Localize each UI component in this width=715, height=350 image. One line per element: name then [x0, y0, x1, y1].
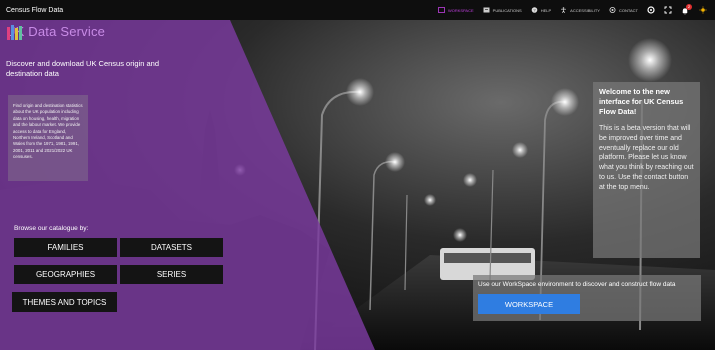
browse-label: Browse our catalogue by: [14, 225, 89, 232]
notifications[interactable]: 2 [681, 3, 692, 15]
nav-workspace[interactable]: WORKSPACE [438, 7, 474, 13]
nav-publications-label: PUBLICATIONS [492, 7, 522, 13]
welcome-panel: Welcome to the new interface for UK Cens… [593, 82, 700, 258]
contact-icon [609, 7, 616, 13]
welcome-title: Welcome to the new interface for UK Cens… [599, 87, 684, 116]
info-panel: Find origin and destination statistics a… [8, 95, 88, 181]
accessibility-icon [561, 7, 567, 13]
nav-accessibility[interactable]: ACCESSIBILITY [560, 7, 600, 13]
logo-mark-icon [7, 25, 22, 40]
series-button[interactable]: SERIES [120, 265, 223, 284]
nav-workspace-label: WORKSPACE [447, 7, 474, 13]
geographies-button[interactable]: GEOGRAPHIES [14, 265, 117, 284]
nav-publications[interactable]: PUBLICATIONS [483, 7, 522, 13]
notification-badge: 2 [686, 3, 692, 10]
intro-text: Discover and download UK Census origin a… [6, 59, 160, 78]
hero-background: UK Data Service Discover and download UK… [0, 20, 715, 350]
publications-icon [483, 7, 490, 13]
help-icon: ? [531, 7, 538, 13]
workspace-button[interactable]: WORKSPACE [478, 294, 580, 314]
settings-icon[interactable] [647, 6, 655, 14]
uk-data-service-logo[interactable]: UK Data Service [6, 24, 105, 40]
families-button[interactable]: FAMILIES [14, 238, 117, 257]
top-navigation-bar: Census Flow Data WORKSPACE PUBLICATIONS … [0, 0, 715, 21]
workspace-icon [438, 7, 445, 13]
top-nav: WORKSPACE PUBLICATIONS ? HELP ACCESSIBIL… [438, 3, 707, 15]
datasets-button[interactable]: DATASETS [120, 238, 223, 257]
nav-help[interactable]: ? HELP [531, 7, 551, 13]
nav-contact-label: CONTACT [618, 7, 638, 13]
workspace-panel: Use our WorkSpace environment to discove… [473, 275, 701, 321]
app-title[interactable]: Census Flow Data [6, 7, 63, 14]
workspace-text: Use our WorkSpace environment to discove… [478, 281, 676, 288]
fullscreen-icon[interactable] [664, 6, 672, 14]
nav-contact[interactable]: CONTACT [609, 7, 638, 13]
nav-accessibility-label: ACCESSIBILITY [570, 7, 600, 13]
theme-toggle-icon[interactable] [699, 6, 707, 14]
themes-and-topics-button[interactable]: THEMES AND TOPICS [12, 292, 117, 312]
welcome-body: This is a beta version that will be impr… [599, 125, 694, 191]
nav-help-label: HELP [540, 7, 552, 13]
